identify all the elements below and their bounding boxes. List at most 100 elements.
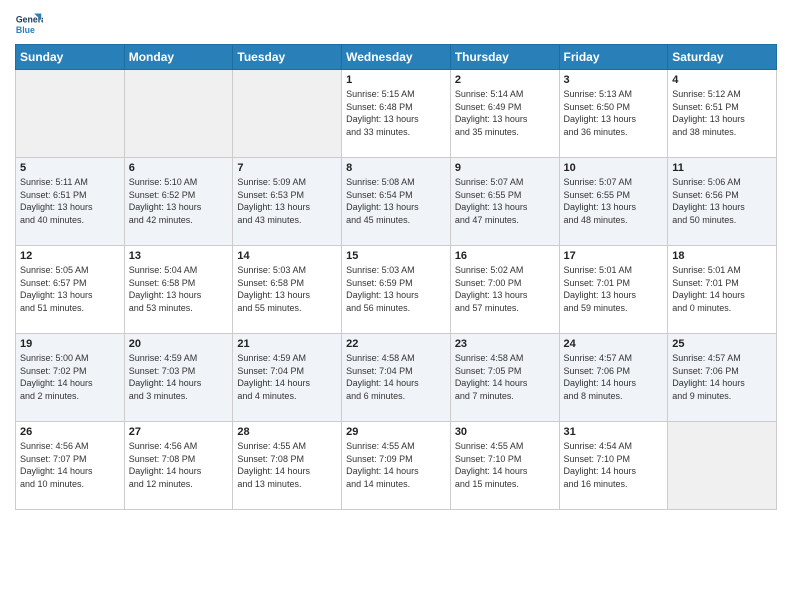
day-cell: 3Sunrise: 5:13 AM Sunset: 6:50 PM Daylig…	[559, 70, 668, 158]
day-cell: 11Sunrise: 5:06 AM Sunset: 6:56 PM Dayli…	[668, 158, 777, 246]
day-info: Sunrise: 5:11 AM Sunset: 6:51 PM Dayligh…	[20, 176, 120, 226]
day-info: Sunrise: 4:55 AM Sunset: 7:08 PM Dayligh…	[237, 440, 337, 490]
day-info: Sunrise: 4:55 AM Sunset: 7:10 PM Dayligh…	[455, 440, 555, 490]
day-info: Sunrise: 5:03 AM Sunset: 6:59 PM Dayligh…	[346, 264, 446, 314]
day-number: 21	[237, 338, 337, 350]
day-number: 13	[129, 250, 229, 262]
header-cell-wednesday: Wednesday	[342, 45, 451, 70]
day-cell: 20 Sunrise: 4:59 AM Sunset: 7:03 PM Dayli…	[124, 334, 233, 422]
day-cell	[668, 422, 777, 510]
day-number: 14	[237, 250, 337, 262]
day-info: Sunrise: 5:05 AM Sunset: 6:57 PM Dayligh…	[20, 264, 120, 314]
day-cell: 21 Sunrise: 4:59 AM Sunset: 7:04 PM Dayli…	[233, 334, 342, 422]
day-info: Sunrise: 5:09 AM Sunset: 6:53 PM Dayligh…	[237, 176, 337, 226]
day-number: 31	[564, 426, 664, 438]
day-number: 1	[346, 74, 446, 86]
header-row: SundayMondayTuesdayWednesdayThursdayFrid…	[16, 45, 777, 70]
day-number: 20	[129, 338, 229, 350]
day-cell: 19Sunrise: 5:00 AM Sunset: 7:02 PM Dayli…	[16, 334, 125, 422]
day-info: Sunrise: 5:12 AM Sunset: 6:51 PM Dayligh…	[672, 88, 772, 138]
day-cell: 2 Sunrise: 5:14 AM Sunset: 6:49 PM Daylig…	[450, 70, 559, 158]
day-cell	[124, 70, 233, 158]
day-cell: 4 Sunrise: 5:12 AM Sunset: 6:51 PM Daylig…	[668, 70, 777, 158]
day-cell: 16 Sunrise: 5:02 AM Sunset: 7:00 PM Dayli…	[450, 246, 559, 334]
day-number: 2	[455, 74, 555, 86]
day-number: 19	[20, 338, 120, 350]
day-number: 18	[672, 250, 772, 262]
day-number: 27	[129, 426, 229, 438]
day-number: 26	[20, 426, 120, 438]
day-info: Sunrise: 4:58 AM Sunset: 7:04 PM Dayligh…	[346, 352, 446, 402]
day-number: 6	[129, 162, 229, 174]
day-cell: 15 Sunrise: 5:03 AM Sunset: 6:59 PM Dayli…	[342, 246, 451, 334]
calendar-table: SundayMondayTuesdayWednesdayThursdayFrid…	[15, 44, 777, 510]
header-cell-tuesday: Tuesday	[233, 45, 342, 70]
day-number: 15	[346, 250, 446, 262]
day-info: Sunrise: 4:58 AM Sunset: 7:05 PM Dayligh…	[455, 352, 555, 402]
day-cell	[16, 70, 125, 158]
day-number: 9	[455, 162, 555, 174]
day-cell: 30 Sunrise: 4:55 AM Sunset: 7:10 PM Dayli…	[450, 422, 559, 510]
week-row-4: 19Sunrise: 5:00 AM Sunset: 7:02 PM Dayli…	[16, 334, 777, 422]
day-number: 4	[672, 74, 772, 86]
day-number: 12	[20, 250, 120, 262]
day-cell: 9 Sunrise: 5:07 AM Sunset: 6:55 PM Daylig…	[450, 158, 559, 246]
day-cell: 22 Sunrise: 4:58 AM Sunset: 7:04 PM Dayli…	[342, 334, 451, 422]
day-number: 5	[20, 162, 120, 174]
day-info: Sunrise: 4:54 AM Sunset: 7:10 PM Dayligh…	[564, 440, 664, 490]
day-info: Sunrise: 4:55 AM Sunset: 7:09 PM Dayligh…	[346, 440, 446, 490]
header-cell-sunday: Sunday	[16, 45, 125, 70]
svg-text:Blue: Blue	[16, 25, 35, 35]
logo: General Blue	[15, 10, 47, 38]
day-cell: 28 Sunrise: 4:55 AM Sunset: 7:08 PM Dayli…	[233, 422, 342, 510]
day-cell: 13 Sunrise: 5:04 AM Sunset: 6:58 PM Dayli…	[124, 246, 233, 334]
day-info: Sunrise: 5:01 AM Sunset: 7:01 PM Dayligh…	[564, 264, 664, 314]
header-cell-thursday: Thursday	[450, 45, 559, 70]
day-info: Sunrise: 5:07 AM Sunset: 6:55 PM Dayligh…	[455, 176, 555, 226]
day-cell: 31 Sunrise: 4:54 AM Sunset: 7:10 PM Dayli…	[559, 422, 668, 510]
week-row-3: 12 Sunrise: 5:05 AM Sunset: 6:57 PM Dayli…	[16, 246, 777, 334]
day-cell: 5 Sunrise: 5:11 AM Sunset: 6:51 PM Daylig…	[16, 158, 125, 246]
page-header: General Blue	[15, 10, 777, 38]
day-info: Sunrise: 4:56 AM Sunset: 7:07 PM Dayligh…	[20, 440, 120, 490]
day-number: 23	[455, 338, 555, 350]
day-number: 17	[564, 250, 664, 262]
day-cell: 14 Sunrise: 5:03 AM Sunset: 6:58 PM Dayli…	[233, 246, 342, 334]
day-info: Sunrise: 5:02 AM Sunset: 7:00 PM Dayligh…	[455, 264, 555, 314]
day-number: 10	[564, 162, 664, 174]
day-cell: 29 Sunrise: 4:55 AM Sunset: 7:09 PM Dayli…	[342, 422, 451, 510]
day-number: 8	[346, 162, 446, 174]
day-cell: 27 Sunrise: 4:56 AM Sunset: 7:08 PM Dayli…	[124, 422, 233, 510]
day-cell: 6Sunrise: 5:10 AM Sunset: 6:52 PM Daylig…	[124, 158, 233, 246]
day-cell: 26 Sunrise: 4:56 AM Sunset: 7:07 PM Dayli…	[16, 422, 125, 510]
day-number: 11	[672, 162, 772, 174]
day-info: Sunrise: 4:59 AM Sunset: 7:04 PM Dayligh…	[237, 352, 337, 402]
week-row-1: 1 Sunrise: 5:15 AM Sunset: 6:48 PM Daylig…	[16, 70, 777, 158]
day-info: Sunrise: 4:57 AM Sunset: 7:06 PM Dayligh…	[672, 352, 772, 402]
day-number: 22	[346, 338, 446, 350]
day-info: Sunrise: 5:01 AM Sunset: 7:01 PM Dayligh…	[672, 264, 772, 314]
day-cell: 17 Sunrise: 5:01 AM Sunset: 7:01 PM Dayli…	[559, 246, 668, 334]
week-row-5: 26 Sunrise: 4:56 AM Sunset: 7:07 PM Dayli…	[16, 422, 777, 510]
day-number: 28	[237, 426, 337, 438]
day-info: Sunrise: 4:59 AM Sunset: 7:03 PM Dayligh…	[129, 352, 229, 402]
day-info: Sunrise: 4:57 AM Sunset: 7:06 PM Dayligh…	[564, 352, 664, 402]
day-number: 24	[564, 338, 664, 350]
day-number: 30	[455, 426, 555, 438]
day-cell: 10Sunrise: 5:07 AM Sunset: 6:55 PM Dayli…	[559, 158, 668, 246]
day-number: 25	[672, 338, 772, 350]
day-number: 29	[346, 426, 446, 438]
day-cell: 12 Sunrise: 5:05 AM Sunset: 6:57 PM Dayli…	[16, 246, 125, 334]
day-cell: 7Sunrise: 5:09 AM Sunset: 6:53 PM Daylig…	[233, 158, 342, 246]
day-number: 16	[455, 250, 555, 262]
day-info: Sunrise: 5:04 AM Sunset: 6:58 PM Dayligh…	[129, 264, 229, 314]
day-info: Sunrise: 5:08 AM Sunset: 6:54 PM Dayligh…	[346, 176, 446, 226]
day-info: Sunrise: 4:56 AM Sunset: 7:08 PM Dayligh…	[129, 440, 229, 490]
day-cell: 23 Sunrise: 4:58 AM Sunset: 7:05 PM Dayli…	[450, 334, 559, 422]
day-info: Sunrise: 5:15 AM Sunset: 6:48 PM Dayligh…	[346, 88, 446, 138]
day-info: Sunrise: 5:03 AM Sunset: 6:58 PM Dayligh…	[237, 264, 337, 314]
day-info: Sunrise: 5:14 AM Sunset: 6:49 PM Dayligh…	[455, 88, 555, 138]
day-cell: 24 Sunrise: 4:57 AM Sunset: 7:06 PM Dayli…	[559, 334, 668, 422]
week-row-2: 5 Sunrise: 5:11 AM Sunset: 6:51 PM Daylig…	[16, 158, 777, 246]
day-cell: 8 Sunrise: 5:08 AM Sunset: 6:54 PM Daylig…	[342, 158, 451, 246]
